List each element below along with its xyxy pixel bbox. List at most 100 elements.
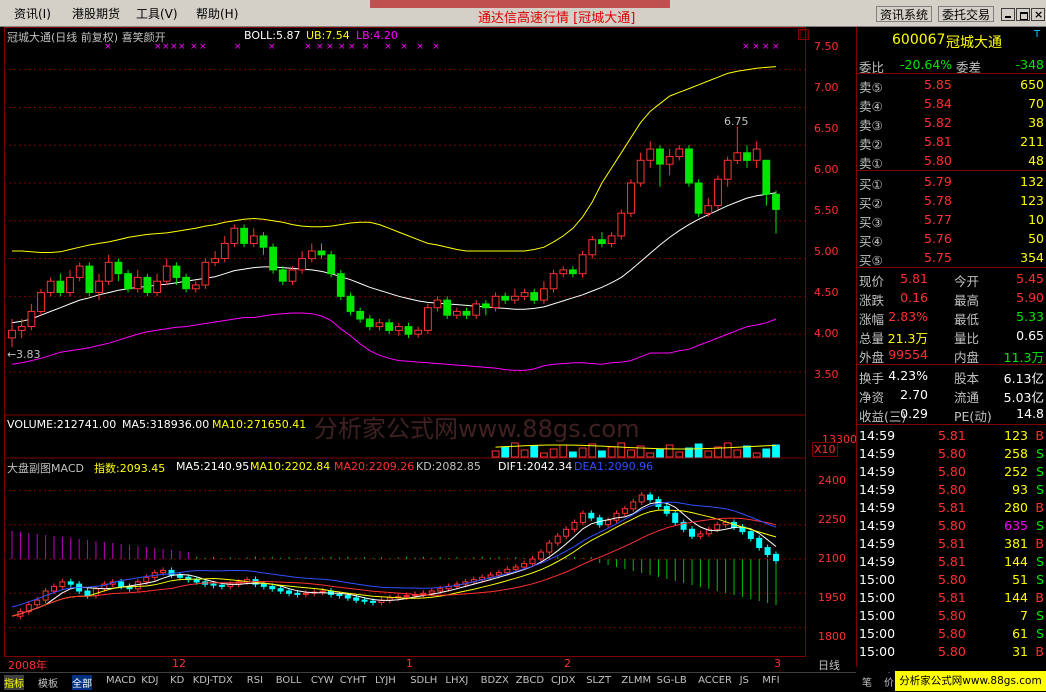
index-candle-body xyxy=(143,576,150,583)
tick-row[interactable]: 14:59 5.81 144 S xyxy=(856,553,1046,572)
restore-icon[interactable] xyxy=(1016,8,1030,21)
tab-kdj-tdx[interactable]: KDJ-TDX xyxy=(193,675,233,686)
tick-row[interactable]: 15:00 5.81 144 B xyxy=(856,589,1046,608)
tab-mfi[interactable]: MFI xyxy=(762,675,779,686)
ask-row[interactable]: 卖① 5.80 48 xyxy=(856,152,1046,171)
tick-row[interactable]: 15:00 5.80 7 S xyxy=(856,607,1046,626)
tab-accer[interactable]: ACCER xyxy=(698,675,732,686)
tab-trades[interactable]: 笔 xyxy=(862,674,872,689)
tab-bdzx[interactable]: BDZX xyxy=(481,675,509,686)
tab--[interactable]: 指标 xyxy=(4,675,24,690)
index-candle-body xyxy=(319,590,326,593)
tab-zbcd[interactable]: ZBCD xyxy=(516,675,544,686)
bid-row[interactable]: 买① 5.79 132 xyxy=(856,173,1046,192)
bid-row[interactable]: 买② 5.78 123 xyxy=(856,192,1046,211)
candle-body xyxy=(211,258,219,263)
trade-button[interactable]: 委托交易 xyxy=(938,6,995,22)
tab-slzt[interactable]: SLZT xyxy=(586,675,611,686)
stat-row[interactable]: 总量 21.3万 量比 0.65 xyxy=(856,327,1046,346)
tick-row[interactable]: 14:59 5.81 123 B xyxy=(856,427,1046,446)
bid-price: 5.75 xyxy=(924,250,952,265)
bid-level-label: 买③ xyxy=(859,215,883,230)
minimize-icon[interactable] xyxy=(1001,8,1015,21)
index-candle-body xyxy=(59,581,66,588)
stat-row[interactable]: 净资 2.70 流通 5.03亿 xyxy=(856,386,1046,405)
panel-separator xyxy=(856,73,1046,74)
period-label[interactable]: 日线 xyxy=(818,657,840,673)
tick-side: S xyxy=(1036,626,1044,641)
tick-row[interactable]: 14:59 5.80 252 S xyxy=(856,463,1046,482)
index-candle-body xyxy=(361,599,368,602)
ask-row[interactable]: 卖② 5.81 211 xyxy=(856,133,1046,152)
tab-lyjh[interactable]: LYJH xyxy=(375,675,396,686)
tab-kdj[interactable]: KDJ xyxy=(141,675,158,686)
menu-info[interactable]: 资讯(I) xyxy=(14,5,51,22)
ask-row[interactable]: 卖④ 5.84 70 xyxy=(856,95,1046,114)
ask-level-label: 卖⑤ xyxy=(859,80,883,95)
stat-row[interactable]: 涨跌 0.16 最高 5.90 xyxy=(856,289,1046,308)
tick-volume: 144 xyxy=(1004,590,1028,605)
stat-row[interactable]: 涨幅 2.83% 最低 5.33 xyxy=(856,308,1046,327)
tab-rsi[interactable]: RSI xyxy=(247,675,263,686)
tick-row[interactable]: 15:00 5.80 31 B xyxy=(856,643,1046,662)
stat-row[interactable]: 外盘 99554 内盘 11.3万 xyxy=(856,346,1046,365)
candle-body xyxy=(636,159,645,184)
tick-row[interactable]: 15:00 5.80 61 S xyxy=(856,625,1046,644)
menu-tools[interactable]: 工具(V) xyxy=(136,5,178,22)
tab-price[interactable]: 价 xyxy=(884,674,894,689)
tab-boll[interactable]: BOLL xyxy=(276,675,302,686)
volume-bar xyxy=(540,452,548,458)
tab-sdlh[interactable]: SDLH xyxy=(410,675,437,686)
stat-row[interactable]: 现价 5.81 今开 5.45 xyxy=(856,270,1046,289)
info-system-button[interactable]: 资讯系统 xyxy=(876,6,933,22)
index-tick: 1800 xyxy=(818,630,846,643)
ask-row[interactable]: 卖⑤ 5.85 650 xyxy=(856,76,1046,95)
candle-body xyxy=(685,148,693,184)
tick-side: S xyxy=(1036,518,1044,533)
stat-label: 换手 xyxy=(859,371,885,386)
candle-body xyxy=(549,273,558,290)
panel-border xyxy=(856,27,857,667)
tab-macd[interactable]: MACD xyxy=(106,675,136,686)
tab--[interactable]: 全部 xyxy=(72,675,92,690)
tab-kd[interactable]: KD xyxy=(170,675,184,686)
index-candle-body xyxy=(210,583,217,586)
ask-row[interactable]: 卖③ 5.82 38 xyxy=(856,114,1046,133)
menu-help[interactable]: 帮助(H) xyxy=(196,5,238,22)
tick-row[interactable]: 14:59 5.80 93 S xyxy=(856,481,1046,500)
date-label: 2 xyxy=(564,657,571,670)
tab-js[interactable]: JS xyxy=(740,675,749,686)
candle-body xyxy=(356,310,365,320)
close-icon[interactable]: × xyxy=(1031,8,1045,21)
index-candle-body xyxy=(269,585,276,590)
stat-label: 涨幅 xyxy=(859,312,885,327)
tab--[interactable]: 模板 xyxy=(38,675,58,690)
tick-row[interactable]: 14:59 5.81 280 B xyxy=(856,499,1046,518)
index-candle-body xyxy=(647,494,653,501)
panel-toggle-icon[interactable]: □ xyxy=(798,29,810,40)
tick-price: 5.81 xyxy=(938,500,966,515)
tick-row[interactable]: 15:00 5.80 51 S xyxy=(856,571,1046,590)
candle-body xyxy=(520,292,529,297)
tick-volume: 31 xyxy=(1012,644,1028,659)
stat-row[interactable]: 换手 4.23% 股本 6.13亿 xyxy=(856,367,1046,386)
tab-sg-lb[interactable]: SG-LB xyxy=(657,675,687,686)
candle-body xyxy=(95,280,103,293)
bid-row[interactable]: 买④ 5.76 50 xyxy=(856,230,1046,249)
tick-row[interactable]: 14:59 5.80 258 S xyxy=(856,445,1046,464)
tab-cyht[interactable]: CYHT xyxy=(340,675,367,686)
menu-hk-futures[interactable]: 港股期货 xyxy=(72,5,120,22)
bid-row[interactable]: 买③ 5.77 10 xyxy=(856,211,1046,230)
stat-row[interactable]: 收益(三) 0.29 PE(动) 14.8 xyxy=(856,405,1046,424)
tick-price: 5.80 xyxy=(938,608,966,623)
tab-cjdx[interactable]: CJDX xyxy=(551,675,575,686)
candle-body xyxy=(85,265,94,294)
candle-body xyxy=(104,261,113,282)
tick-row[interactable]: 14:59 5.81 381 B xyxy=(856,535,1046,554)
tab-zlmm[interactable]: ZLMM xyxy=(621,675,651,686)
tab-cyw[interactable]: CYW xyxy=(311,675,334,686)
tick-row[interactable]: 14:59 5.80 635 S xyxy=(856,517,1046,536)
tab-lhxj[interactable]: LHXJ xyxy=(445,675,468,686)
bid-row[interactable]: 买⑤ 5.75 354 xyxy=(856,249,1046,268)
chart-area[interactable]: × × × × × × × × × × × × × × × × × × × × × × × 冠城大通(日线 前复权) 喜笑颜… xyxy=(4,27,857,657)
